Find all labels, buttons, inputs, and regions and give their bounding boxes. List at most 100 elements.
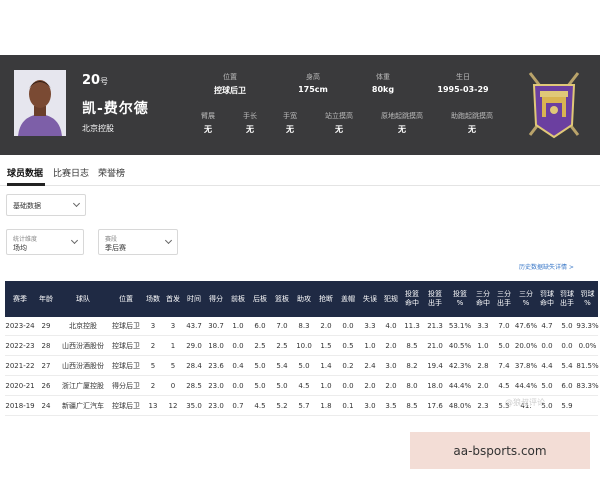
table-cell: 5.0: [541, 382, 553, 390]
table-cell: 28.5: [186, 382, 202, 390]
table-cell: 0.0: [541, 342, 553, 350]
column-header: 罚球 出手: [560, 290, 574, 307]
table-cell: 7.0: [276, 322, 288, 330]
table-cell: 3.3: [477, 322, 489, 330]
tab-honors[interactable]: 荣誉榜: [98, 166, 125, 179]
info-birthday: 生日 1995-03-29: [437, 73, 489, 94]
table-cell: 19.4: [427, 362, 443, 370]
table-cell: 20.0%: [514, 342, 538, 350]
table-cell: 控球后卫: [112, 402, 140, 410]
table-cell: 0.4: [232, 362, 244, 370]
table-cell: 5.0: [254, 362, 266, 370]
table-cell: 2018-19: [5, 402, 35, 410]
table-cell: 42.3%: [448, 362, 472, 370]
table-cell: 0.0%: [578, 342, 597, 350]
table-cell: 2.5: [254, 342, 266, 350]
table-cell: 21.0: [427, 342, 443, 350]
table-row: 2021-22 27 山西汾酒股份 控球后卫 5 5 28.4 23.6 0.4 5.0 5.4 5.…: [5, 356, 599, 376]
column-header: 球队: [76, 294, 90, 303]
table-cell: 27: [41, 362, 51, 370]
tab-player-stats[interactable]: 球员数据: [7, 166, 43, 179]
table-cell: 6.0: [254, 322, 266, 330]
stat-dimension-select[interactable]: 统计维度 场均: [6, 229, 84, 255]
table-cell: 2.8: [477, 362, 489, 370]
table-cell: 23.6: [208, 362, 224, 370]
column-header: 助攻: [297, 294, 311, 303]
table-cell: 3: [150, 322, 156, 330]
player-header: 20号 凯-费尔德 北京控股 位置 控球后卫 身高 175cm 体重 80kg 生日 1…: [0, 55, 600, 155]
table-cell: 2.3: [477, 402, 489, 410]
table-cell: 48.0%: [448, 402, 472, 410]
site-banner[interactable]: aa-bsports.com: [410, 432, 590, 469]
history-data-link[interactable]: 历史数据缺失详情 >: [519, 262, 574, 271]
column-header: 年龄: [39, 294, 53, 303]
table-cell: 2: [150, 342, 156, 350]
table-row: 2022-23 28 山西汾酒股份 控球后卫 2 1 29.0 18.0 0.0 2.5 2.5 10…: [5, 336, 598, 356]
table-cell: 3.3: [364, 322, 376, 330]
table-cell: 12: [168, 402, 178, 410]
table-cell: 0.7: [232, 402, 244, 410]
table-cell: 5: [170, 362, 176, 370]
table-cell: 5.4: [561, 362, 573, 370]
column-header: 投篮 出手: [428, 290, 442, 307]
table-cell: 8.0: [406, 382, 418, 390]
table-cell: 0: [170, 382, 176, 390]
table-cell: 3.0: [385, 362, 397, 370]
table-cell: 1.5: [320, 342, 332, 350]
table-cell: 13: [148, 402, 158, 410]
table-cell: 得分后卫: [112, 382, 140, 390]
data-type-select[interactable]: 基础数据: [6, 194, 86, 216]
table-cell: 2022-23: [5, 342, 35, 350]
table-cell: 53.1%: [448, 322, 472, 330]
team-logo: [522, 67, 586, 141]
table-cell: 控球后卫: [112, 362, 140, 370]
table-cell: 17.6: [427, 402, 443, 410]
table-cell: 21.3: [427, 322, 443, 330]
info-running-vertical: 助跑起跳摸高无: [451, 112, 493, 134]
column-header: 盖帽: [341, 294, 355, 303]
column-header: 赛季: [13, 294, 27, 303]
season-type-select[interactable]: 赛段 季后赛: [98, 229, 178, 255]
tab-game-log[interactable]: 比赛日志: [53, 166, 89, 179]
table-cell: 24: [41, 402, 51, 410]
table-cell: 29.0: [186, 342, 202, 350]
table-cell: 4.5: [498, 382, 510, 390]
table-cell: 2020-21: [5, 382, 35, 390]
season-type-value: 季后赛: [105, 244, 126, 252]
table-cell: 4.0: [385, 322, 397, 330]
table-cell: 7.4: [498, 362, 510, 370]
column-header: 罚球%: [580, 290, 595, 307]
table-cell: 控球后卫: [112, 322, 140, 330]
column-header: 投篮%: [453, 290, 467, 307]
table-cell: 40.5%: [448, 342, 472, 350]
info-height: 身高 175cm: [298, 73, 328, 94]
table-cell: 35.0: [186, 402, 202, 410]
table-cell: 11.3: [404, 322, 420, 330]
table-cell: 5.0: [254, 382, 266, 390]
table-cell: 1.8: [320, 402, 332, 410]
column-header: 后板: [253, 294, 267, 303]
table-cell: 2.0: [364, 382, 376, 390]
column-header: 三分 命中: [476, 290, 490, 307]
stats-table-header: 赛季 年龄 球队 位置 场数 首发 时间 得分 前板 后板 篮板 助攻 抢断 盖帽 失误 犯规 投篮 命中 投篮 出手…: [5, 281, 598, 317]
table-cell: 控球后卫: [112, 342, 140, 350]
column-header: 首发: [166, 294, 180, 303]
table-cell: 37.8%: [514, 362, 538, 370]
table-cell: 2.4: [364, 362, 376, 370]
table-cell: 2023-24: [5, 322, 35, 330]
table-cell: 2.0: [320, 322, 332, 330]
table-cell: 2: [150, 382, 156, 390]
table-cell: 8.2: [406, 362, 418, 370]
table-cell: 山西汾酒股份: [62, 342, 104, 350]
info-wingspan: 臂展无: [201, 112, 215, 134]
column-header: 罚球 命中: [540, 290, 554, 307]
table-cell: 4.7: [541, 322, 553, 330]
table-cell: 0.0: [232, 342, 244, 350]
table-cell: [577, 396, 598, 416]
column-header: 时间: [187, 294, 201, 303]
table-cell: 4.5: [298, 382, 310, 390]
table-cell: 18.0: [427, 382, 443, 390]
table-cell: 0.1: [342, 402, 354, 410]
season-type-label: 赛段: [105, 236, 118, 243]
table-cell: 1.0: [364, 342, 376, 350]
